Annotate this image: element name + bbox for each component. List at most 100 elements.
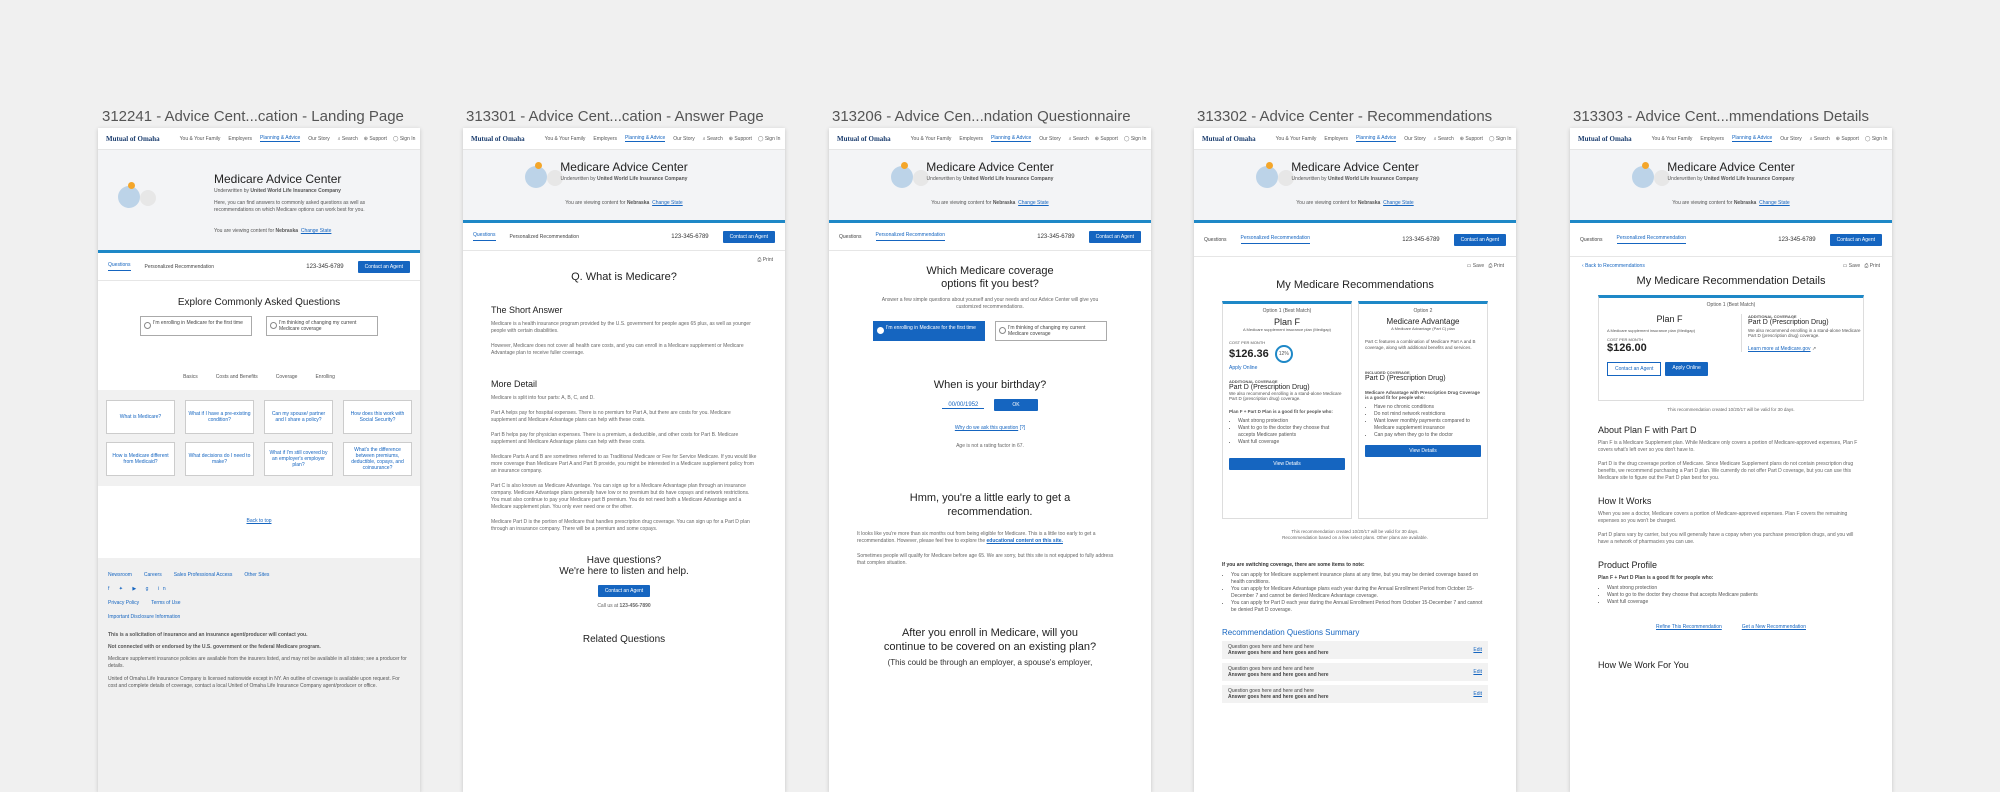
faq-card[interactable]: What decisions do I need to make? (185, 442, 254, 476)
nav-item-planning[interactable]: Planning & Advice (259, 135, 301, 142)
footer-link-careers[interactable]: Careers (144, 572, 162, 578)
tab-questions[interactable]: Questions (1204, 237, 1227, 243)
edit-link[interactable]: Edit (1473, 691, 1482, 697)
faq-card[interactable]: Can my spouse/ partner and I share a pol… (264, 400, 333, 434)
signin-link[interactable]: ◯ Sign In (393, 136, 416, 142)
support-link[interactable]: ⊕ Support (1836, 136, 1859, 142)
nav-item-story[interactable]: Our Story (1404, 136, 1425, 142)
choice-first-time[interactable]: I'm enrolling in Medicare for the first … (140, 316, 252, 336)
logo[interactable]: Mutual of Omaha (1578, 135, 1632, 143)
tab-questions[interactable]: Questions (108, 262, 131, 271)
faq-card[interactable]: What is Medicare? (106, 400, 175, 434)
back-to-top-link[interactable]: Back to top (98, 518, 420, 524)
search-link[interactable]: ⌕ Search (703, 136, 723, 142)
choice-first-time[interactable]: I'm enrolling in Medicare for the first … (873, 321, 985, 342)
faq-card[interactable]: How does this work with Social Security? (343, 400, 412, 434)
nav-item-family[interactable]: You & Your Family (911, 136, 952, 142)
change-state-link[interactable]: Change State (1018, 200, 1049, 206)
search-link[interactable]: ⌕ Search (1810, 136, 1830, 142)
footer-link-other[interactable]: Other Sites (244, 572, 269, 578)
logo[interactable]: Mutual of Omaha (837, 135, 891, 143)
choice-changing[interactable]: I'm thinking of changing my current Medi… (995, 321, 1107, 342)
nav-item-employers[interactable]: Employers (228, 136, 252, 142)
tab-personalized[interactable]: Personalized Recommendation (1240, 235, 1310, 244)
contact-agent-button[interactable]: Contact an Agent (1088, 230, 1141, 243)
contact-agent-button[interactable]: Contact an Agent (722, 230, 775, 243)
signin-link[interactable]: ◯ Sign In (758, 136, 781, 142)
nav-item-employers[interactable]: Employers (593, 136, 617, 142)
nav-item-family[interactable]: You & Your Family (1276, 136, 1317, 142)
print-button[interactable]: ⎙ Print (1864, 263, 1880, 269)
contact-agent-button[interactable]: Contact an Agent (597, 585, 651, 597)
terms-link[interactable]: Terms of Use (151, 600, 180, 606)
signin-link[interactable]: ◯ Sign In (1865, 136, 1888, 142)
artboard-questionnaire[interactable]: Mutual of Omaha You & Your Family Employ… (829, 128, 1151, 792)
nav-item-story[interactable]: Our Story (308, 136, 329, 142)
nav-item-family[interactable]: You & Your Family (545, 136, 586, 142)
change-state-link[interactable]: Change State (1759, 200, 1790, 206)
edit-link[interactable]: Edit (1473, 669, 1482, 675)
view-details-button[interactable]: View Details (1229, 458, 1345, 470)
tab-personalized[interactable]: Personalized Recommendation (875, 232, 945, 241)
edit-link[interactable]: Edit (1473, 647, 1482, 653)
social-icons[interactable]: f ✦ ▶ g in (108, 586, 410, 592)
artboard-recommendations[interactable]: Mutual of Omaha You & Your Family Employ… (1194, 128, 1516, 792)
footer-link-newsroom[interactable]: Newsroom (108, 572, 132, 578)
artboard-landing[interactable]: Mutual of Omaha You & Your Family Employ… (98, 128, 420, 792)
tab-personalized[interactable]: Personalized Recommendation (510, 234, 579, 240)
nav-item-planning[interactable]: Planning & Advice (624, 135, 666, 142)
faq-card[interactable]: What if I have a pre-existing condition? (185, 400, 254, 434)
logo[interactable]: Mutual of Omaha (1202, 135, 1256, 143)
tab-questions[interactable]: Questions (473, 232, 496, 241)
print-button[interactable]: ⎙ Print (463, 251, 785, 263)
learn-more-link[interactable]: Learn more at Medicare.gov ↗ (1748, 346, 1861, 352)
nav-item-story[interactable]: Our Story (1780, 136, 1801, 142)
nav-item-planning[interactable]: Planning & Advice (1731, 135, 1773, 142)
footer-link-sales[interactable]: Sales Professional Access (174, 572, 233, 578)
nav-item-employers[interactable]: Employers (1700, 136, 1724, 142)
educational-content-link[interactable]: educational content on this site. (987, 538, 1063, 544)
search-link[interactable]: ⌕ Search (1069, 136, 1089, 142)
support-link[interactable]: ⊕ Support (1460, 136, 1483, 142)
nav-item-story[interactable]: Our Story (673, 136, 694, 142)
back-link[interactable]: ‹ Back to Recommendations (1582, 263, 1645, 269)
new-recommendation-link[interactable]: Get a New Recommendation (1742, 624, 1806, 630)
apply-online-link[interactable]: Apply Online (1229, 365, 1345, 371)
ok-button[interactable]: OK (994, 399, 1038, 412)
change-state-link[interactable]: Change State (301, 228, 332, 234)
print-button[interactable]: ⎙ Print (1488, 263, 1504, 269)
nav-item-employers[interactable]: Employers (959, 136, 983, 142)
artboard-answer[interactable]: Mutual of Omaha You & Your Family Employ… (463, 128, 785, 792)
apply-online-button[interactable]: Apply Online (1665, 362, 1708, 376)
search-link[interactable]: ⌕ Search (338, 136, 358, 142)
tab-questions[interactable]: Questions (1580, 237, 1603, 243)
nav-item-family[interactable]: You & Your Family (180, 136, 221, 142)
faq-card[interactable]: What's the difference between premiums, … (343, 442, 412, 476)
filter-basics[interactable]: Basics (183, 374, 198, 380)
contact-agent-button[interactable]: Contact an Agent (1829, 233, 1882, 246)
save-button[interactable]: ▭ Save (1843, 263, 1861, 269)
support-link[interactable]: ⊕ Support (364, 136, 387, 142)
logo[interactable]: Mutual of Omaha (106, 135, 160, 143)
contact-agent-button[interactable]: Contact an Agent (1453, 233, 1506, 246)
support-link[interactable]: ⊕ Support (1095, 136, 1118, 142)
contact-agent-button[interactable]: Contact an Agent (357, 260, 410, 273)
search-link[interactable]: ⌕ Search (1434, 136, 1454, 142)
filter-coverage[interactable]: Coverage (276, 374, 298, 380)
tab-personalized[interactable]: Personalized Recommendation (145, 264, 214, 270)
faq-card[interactable]: What if I'm still covered by an employer… (264, 442, 333, 476)
nav-item-planning[interactable]: Planning & Advice (1355, 135, 1397, 142)
support-link[interactable]: ⊕ Support (729, 136, 752, 142)
nav-item-family[interactable]: You & Your Family (1652, 136, 1693, 142)
logo[interactable]: Mutual of Omaha (471, 135, 525, 143)
save-button[interactable]: ▭ Save (1467, 263, 1485, 269)
privacy-link[interactable]: Privacy Policy (108, 600, 139, 606)
change-state-link[interactable]: Change State (1383, 200, 1414, 206)
signin-link[interactable]: ◯ Sign In (1489, 136, 1512, 142)
tab-questions[interactable]: Questions (839, 234, 862, 240)
filter-costs[interactable]: Costs and Benefits (216, 374, 258, 380)
why-ask-link[interactable]: Why do we ask this question [?] (829, 425, 1151, 431)
faq-card[interactable]: How is Medicare different from Medicaid? (106, 442, 175, 476)
change-state-link[interactable]: Change State (652, 200, 683, 206)
choice-changing[interactable]: I'm thinking of changing my current Medi… (266, 316, 378, 336)
